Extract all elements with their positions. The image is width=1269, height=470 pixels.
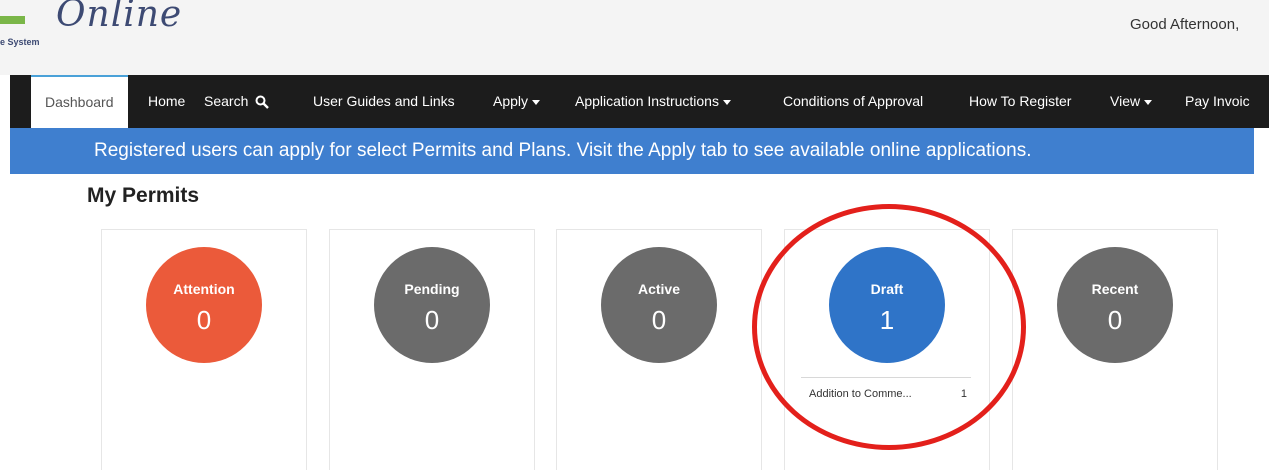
section-title: My Permits [87, 184, 200, 207]
nav-pay-invoice-label: Pay Invoic [1185, 93, 1250, 109]
caret-down-icon [722, 99, 731, 105]
recent-label: Recent [1091, 281, 1139, 297]
attention-count-button[interactable]: Attention 0 [146, 247, 262, 363]
nav-application-instructions[interactable]: Application Instructions [575, 75, 731, 128]
logo-text: Online [56, 0, 183, 35]
nav-user-guides[interactable]: User Guides and Links [313, 75, 455, 128]
nav-conditions-of-approval[interactable]: Conditions of Approval [783, 75, 923, 128]
attention-count: 0 [196, 305, 212, 335]
main-navbar: Dashboard Home Search User Guides and Li… [10, 75, 1269, 128]
header: Online e System Good Afternoon, [0, 0, 1269, 75]
nav-home-label: Home [148, 93, 186, 109]
search-icon [255, 95, 270, 110]
attention-label: Attention [173, 281, 235, 297]
nav-application-instructions-label: Application Instructions [575, 93, 719, 109]
permit-card-attention: Attention 0 [101, 229, 307, 470]
nav-view-label: View [1110, 93, 1141, 109]
greeting-text: Good Afternoon, [1130, 16, 1240, 33]
permit-card-recent: Recent 0 [1012, 229, 1218, 470]
pending-label: Pending [404, 281, 460, 297]
nav-view[interactable]: View [1110, 75, 1153, 128]
permit-card-active: Active 0 [556, 229, 762, 470]
nav-search[interactable]: Search [204, 75, 270, 128]
pending-count: 0 [424, 305, 440, 335]
logo-subtext: e System [0, 37, 40, 47]
annotation-circle [752, 204, 1026, 450]
nav-apply[interactable]: Apply [493, 75, 541, 128]
nav-apply-label: Apply [493, 93, 529, 109]
active-label: Active [637, 281, 681, 297]
recent-count-button[interactable]: Recent 0 [1057, 247, 1173, 363]
pending-count-button[interactable]: Pending 0 [374, 247, 490, 363]
logo-mark [0, 16, 25, 24]
caret-down-icon [532, 99, 541, 105]
active-count-button[interactable]: Active 0 [601, 247, 717, 363]
nav-home[interactable]: Home [148, 75, 185, 128]
banner-text: Registered users can apply for select Pe… [94, 140, 1032, 161]
permit-card-pending: Pending 0 [329, 229, 535, 470]
caret-down-icon [1144, 99, 1153, 105]
nav-pay-invoice[interactable]: Pay Invoic [1185, 75, 1250, 128]
recent-count: 0 [1107, 305, 1123, 335]
nav-user-guides-label: User Guides and Links [313, 93, 455, 109]
active-count: 0 [651, 305, 667, 335]
nav-how-to-register[interactable]: How To Register [969, 75, 1071, 128]
nav-dashboard[interactable]: Dashboard [31, 75, 128, 128]
info-banner: Registered users can apply for select Pe… [10, 128, 1254, 174]
nav-conditions-label: Conditions of Approval [783, 93, 924, 109]
nav-dashboard-label: Dashboard [45, 94, 114, 110]
nav-search-label: Search [204, 93, 249, 109]
nav-how-to-register-label: How To Register [969, 93, 1072, 109]
